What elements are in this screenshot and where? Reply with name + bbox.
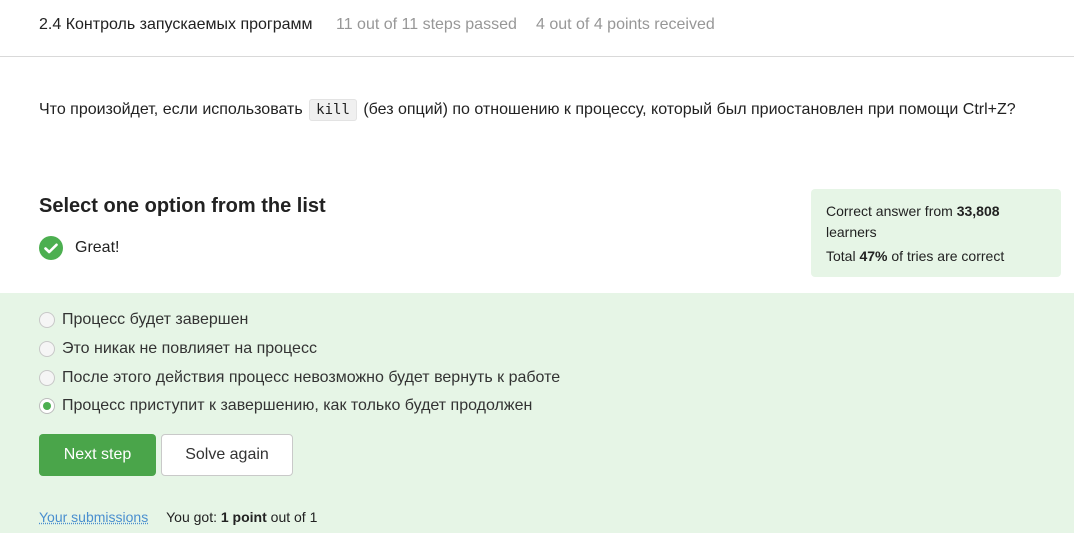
correct-answer-stat: Correct answer from 33,808 learners	[826, 201, 1046, 243]
question-text: Что произойдет, если использовать kill (…	[39, 99, 1016, 121]
quiz-title: Select one option from the list	[39, 195, 326, 217]
check-icon	[39, 236, 63, 260]
answer-stats: Correct answer from 33,808 learners Tota…	[811, 189, 1061, 277]
option-item[interactable]: Это никак не повлияет на процесс	[39, 335, 560, 364]
lesson-title[interactable]: 2.4 Контроль запускаемых программ	[39, 16, 313, 34]
radio-button-selected[interactable]	[39, 398, 55, 415]
status-text: Great!	[75, 239, 120, 256]
radio-button[interactable]	[39, 312, 55, 329]
option-item[interactable]: После этого действия процесс невозможно …	[39, 363, 560, 392]
option-label: Процесс приступит к завершению, как толь…	[62, 397, 533, 415]
next-step-button[interactable]: Next step	[39, 434, 156, 476]
score-suffix: out of 1	[270, 509, 318, 525]
stat-prefix: Correct answer from	[826, 203, 953, 219]
score-points: 1 point	[220, 509, 267, 525]
question-text-after: (без опций) по отношению к процессу, кот…	[363, 101, 1016, 118]
question-text-before: Что произойдет, если использовать	[39, 101, 303, 118]
radio-dot	[43, 402, 51, 411]
result-status: Great!	[39, 236, 119, 260]
total-prefix: Total	[826, 248, 856, 264]
options-list: Процесс будет завершен Это никак не повл…	[39, 306, 560, 421]
tries-stat: Total 47% of tries are correct	[826, 246, 1046, 267]
option-label: После этого действия процесс невозможно …	[62, 368, 561, 386]
total-suffix: of tries are correct	[891, 248, 1005, 264]
steps-progress: 11 out of 11 steps passed	[336, 16, 517, 33]
points-progress: 4 out of 4 points received	[536, 16, 715, 33]
option-label: Процесс будет завершен	[62, 311, 249, 329]
radio-button[interactable]	[39, 369, 55, 386]
inline-code: kill	[309, 99, 357, 121]
learners-count: 33,808	[956, 203, 1000, 219]
solve-again-button[interactable]: Solve again	[161, 434, 293, 476]
stat-suffix: learners	[826, 224, 877, 240]
option-label: Это никак не повлияет на процесс	[62, 340, 317, 358]
your-submissions-link[interactable]: Your submissions	[39, 509, 148, 525]
score-text: You got: 1 point out of 1	[166, 509, 317, 525]
submission-summary: Your submissions You got: 1 point out of…	[39, 509, 317, 525]
option-item-selected[interactable]: Процесс приступит к завершению, как толь…	[39, 392, 560, 421]
option-item[interactable]: Процесс будет завершен	[39, 306, 560, 335]
radio-button[interactable]	[39, 341, 55, 358]
answer-area: Процесс будет завершен Это никак не повл…	[0, 293, 1074, 533]
score-prefix: You got:	[166, 509, 217, 525]
correct-percent: 47%	[859, 248, 888, 264]
step-header: 2.4 Контроль запускаемых программ 11 out…	[0, 0, 1074, 57]
